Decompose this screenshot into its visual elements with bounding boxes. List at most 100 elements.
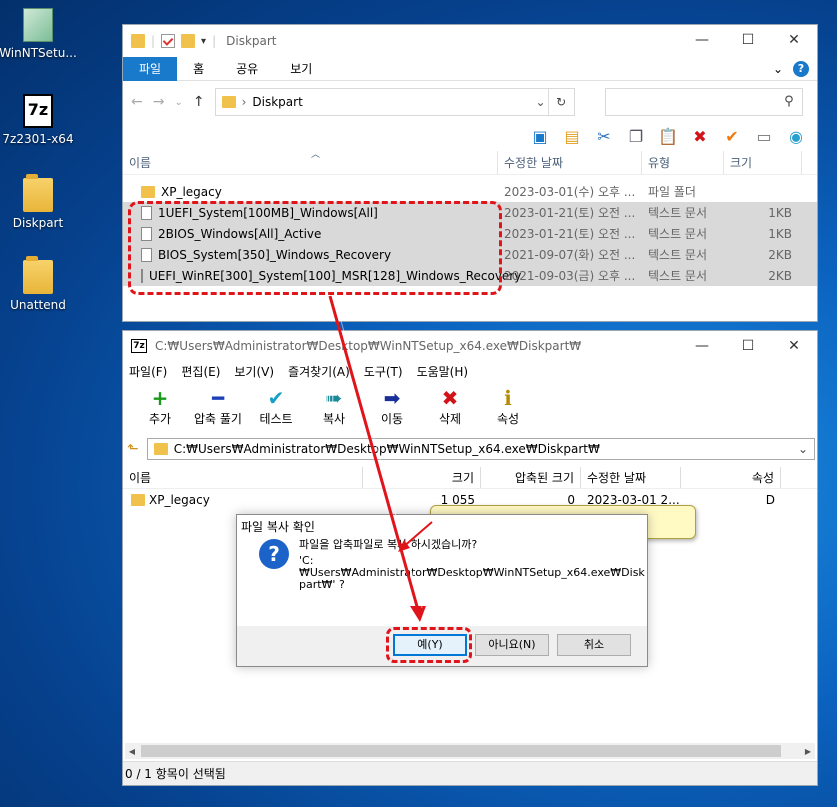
question-icon: ? <box>259 539 289 569</box>
desktop-icon-label: Diskpart <box>12 216 64 230</box>
properties-icon[interactable]: ▭ <box>753 126 775 148</box>
7z-icon: 7z <box>23 94 53 128</box>
minimize-button[interactable]: — <box>679 331 725 361</box>
cancel-button[interactable]: 취소 <box>557 634 631 656</box>
window-title: Diskpart <box>226 34 277 48</box>
7z-icon: 7z <box>131 339 147 353</box>
menu-view[interactable]: 보기(V) <box>234 363 274 380</box>
dialog-message: 파일을 압축파일로 복사 하시겠습니까? 'C:₩Users₩Administr… <box>299 538 645 591</box>
desktop-icon-diskpart[interactable]: Diskpart <box>0 174 78 230</box>
delete-icon[interactable]: ✖ <box>689 126 711 148</box>
no-button[interactable]: 아니요(N) <box>475 634 549 656</box>
desktop-icon-7z[interactable]: 7z 7z2301-x64 <box>0 94 78 146</box>
chevron-down-icon[interactable]: ⌄ <box>798 442 808 456</box>
up-icon[interactable]: ↑ <box>193 94 205 110</box>
menu-help[interactable]: 도움말(H) <box>417 363 469 380</box>
explorer-toolbar: ▣ ▤ ✂ ❐ 📋 ✖ ✔ ▭ ◉ <box>123 123 817 151</box>
back-icon[interactable]: ← <box>131 94 143 110</box>
copy-icon[interactable]: ❐ <box>625 126 647 148</box>
paste-icon[interactable]: 📋 <box>657 126 679 148</box>
column-headers: 이름 크기 압축된 크기 수정한 날짜 속성 <box>123 467 817 489</box>
explorer-titlebar: | ▾ | Diskpart — ☐ ✕ <box>123 25 817 57</box>
add-button[interactable]: + 추가 <box>131 386 189 433</box>
delete-button[interactable]: ✖ 삭제 <box>421 386 479 433</box>
folder-icon <box>131 34 145 48</box>
delete-icon: ✖ <box>441 386 459 410</box>
column-size[interactable]: 크기 <box>363 467 481 488</box>
desktop-icon-label: Unattend <box>10 298 66 312</box>
setup-icon <box>23 8 53 42</box>
selection-highlight-annotation <box>128 201 502 295</box>
minimize-button[interactable]: — <box>679 25 725 55</box>
column-packed-size[interactable]: 압축된 크기 <box>481 467 581 488</box>
file-row[interactable]: XP_legacy 2023-03-01(수) 오후 ... 파일 폴더 <box>123 181 817 202</box>
move-arrow-icon: ➡ <box>383 386 401 410</box>
scrollbar-thumb[interactable] <box>141 745 781 757</box>
copy-button[interactable]: ➠ 복사 <box>305 386 363 433</box>
menu-file[interactable]: 파일(F) <box>129 363 167 380</box>
column-name[interactable]: 이름 <box>123 467 363 488</box>
properties-icon[interactable] <box>161 34 176 48</box>
close-button[interactable]: ✕ <box>771 25 817 55</box>
desktop-icon-label: 7z2301-x64 <box>2 132 74 146</box>
folder-icon <box>153 443 168 455</box>
maximize-button[interactable]: ☐ <box>725 331 771 361</box>
info-icon: ℹ <box>504 386 512 410</box>
address-bar[interactable]: › Diskpart ⌄ ↻ <box>214 88 575 116</box>
rename-icon[interactable]: ✔ <box>721 126 743 148</box>
column-modified[interactable]: 수정한 날짜 <box>581 467 681 488</box>
move-button[interactable]: ➡ 이동 <box>363 386 421 433</box>
folder-icon <box>23 256 53 294</box>
forward-icon[interactable]: → <box>153 94 165 110</box>
horizontal-scrollbar[interactable]: ◀ ▶ <box>125 743 815 759</box>
7zip-toolbar: + 추가 ━ 압축 풀기 ✔ 테스트 ➠ 복사 ➡ 이동 ✖ 삭제 ℹ 속성 <box>123 381 817 433</box>
copy-arrow-icon: ➠ <box>325 386 343 410</box>
yes-button-highlight-annotation <box>386 627 472 663</box>
minus-icon: ━ <box>211 386 225 410</box>
new-folder-icon[interactable] <box>181 34 196 48</box>
close-button[interactable]: ✕ <box>771 331 817 361</box>
tab-share[interactable]: 공유 <box>220 57 274 81</box>
desktop-icon-label: WinNTSetu... <box>0 46 77 60</box>
chevron-down-icon[interactable]: ⌄ <box>536 95 546 109</box>
shell-icon[interactable]: ◉ <box>785 126 807 148</box>
7zip-titlebar: 7z C:₩Users₩Administrator₩Desktop₩WinNTS… <box>123 331 817 361</box>
test-button[interactable]: ✔ 테스트 <box>247 386 305 433</box>
recent-dropdown-icon[interactable]: ⌄ <box>174 97 182 108</box>
tab-file[interactable]: 파일 <box>123 56 178 81</box>
up-folder-icon[interactable]: ⬑ <box>127 441 139 457</box>
search-input[interactable]: ⚲ <box>604 88 803 116</box>
window-title: C:₩Users₩Administrator₩Desktop₩WinNTSetu… <box>155 339 582 353</box>
menu-edit[interactable]: 편집(E) <box>181 363 220 380</box>
column-attributes[interactable]: 속성 <box>681 467 781 488</box>
menu-favorites[interactable]: 즐겨찾기(A) <box>288 363 350 380</box>
new-item-icon[interactable]: ▤ <box>561 126 583 148</box>
column-type[interactable]: 유형 <box>642 151 724 174</box>
extract-button[interactable]: ━ 압축 풀기 <box>189 386 247 433</box>
info-button[interactable]: ℹ 속성 <box>479 386 537 433</box>
folder-icon <box>131 494 145 506</box>
plus-icon: + <box>151 386 169 410</box>
chevron-down-icon[interactable]: ⌄ <box>773 62 783 76</box>
column-size[interactable]: 크기 <box>724 151 802 174</box>
help-icon[interactable]: ? <box>793 60 809 77</box>
refresh-icon[interactable]: ↻ <box>547 89 574 115</box>
menu-bar: 파일(F) 편집(E) 보기(V) 즐겨찾기(A) 도구(T) 도움말(H) <box>123 361 817 381</box>
desktop-icon-unattend[interactable]: Unattend <box>0 256 78 312</box>
desktop-icon-winntsetup[interactable]: WinNTSetu... <box>0 8 78 60</box>
menu-tools[interactable]: 도구(T) <box>364 363 403 380</box>
folder-icon <box>23 174 53 212</box>
preview-pane-icon[interactable]: ▣ <box>529 126 551 148</box>
cut-icon[interactable]: ✂ <box>593 126 615 148</box>
column-name[interactable]: 이름 ︿ <box>123 150 498 174</box>
tab-view[interactable]: 보기 <box>274 57 328 81</box>
folder-icon <box>221 96 236 108</box>
tab-home[interactable]: 홈 <box>177 57 220 81</box>
column-headers: 이름 ︿ 수정한 날짜 유형 크기 <box>123 150 817 175</box>
column-date[interactable]: 수정한 날짜 <box>498 151 642 174</box>
maximize-button[interactable]: ☐ <box>725 25 771 55</box>
search-icon: ⚲ <box>784 94 794 109</box>
quick-access-dropdown-icon[interactable]: ▾ <box>201 36 206 47</box>
ribbon-tabs: 파일 홈 공유 보기 ⌄ ? <box>123 56 817 81</box>
7zip-address-bar[interactable]: C:₩Users₩Administrator₩Desktop₩WinNTSetu… <box>146 438 815 460</box>
